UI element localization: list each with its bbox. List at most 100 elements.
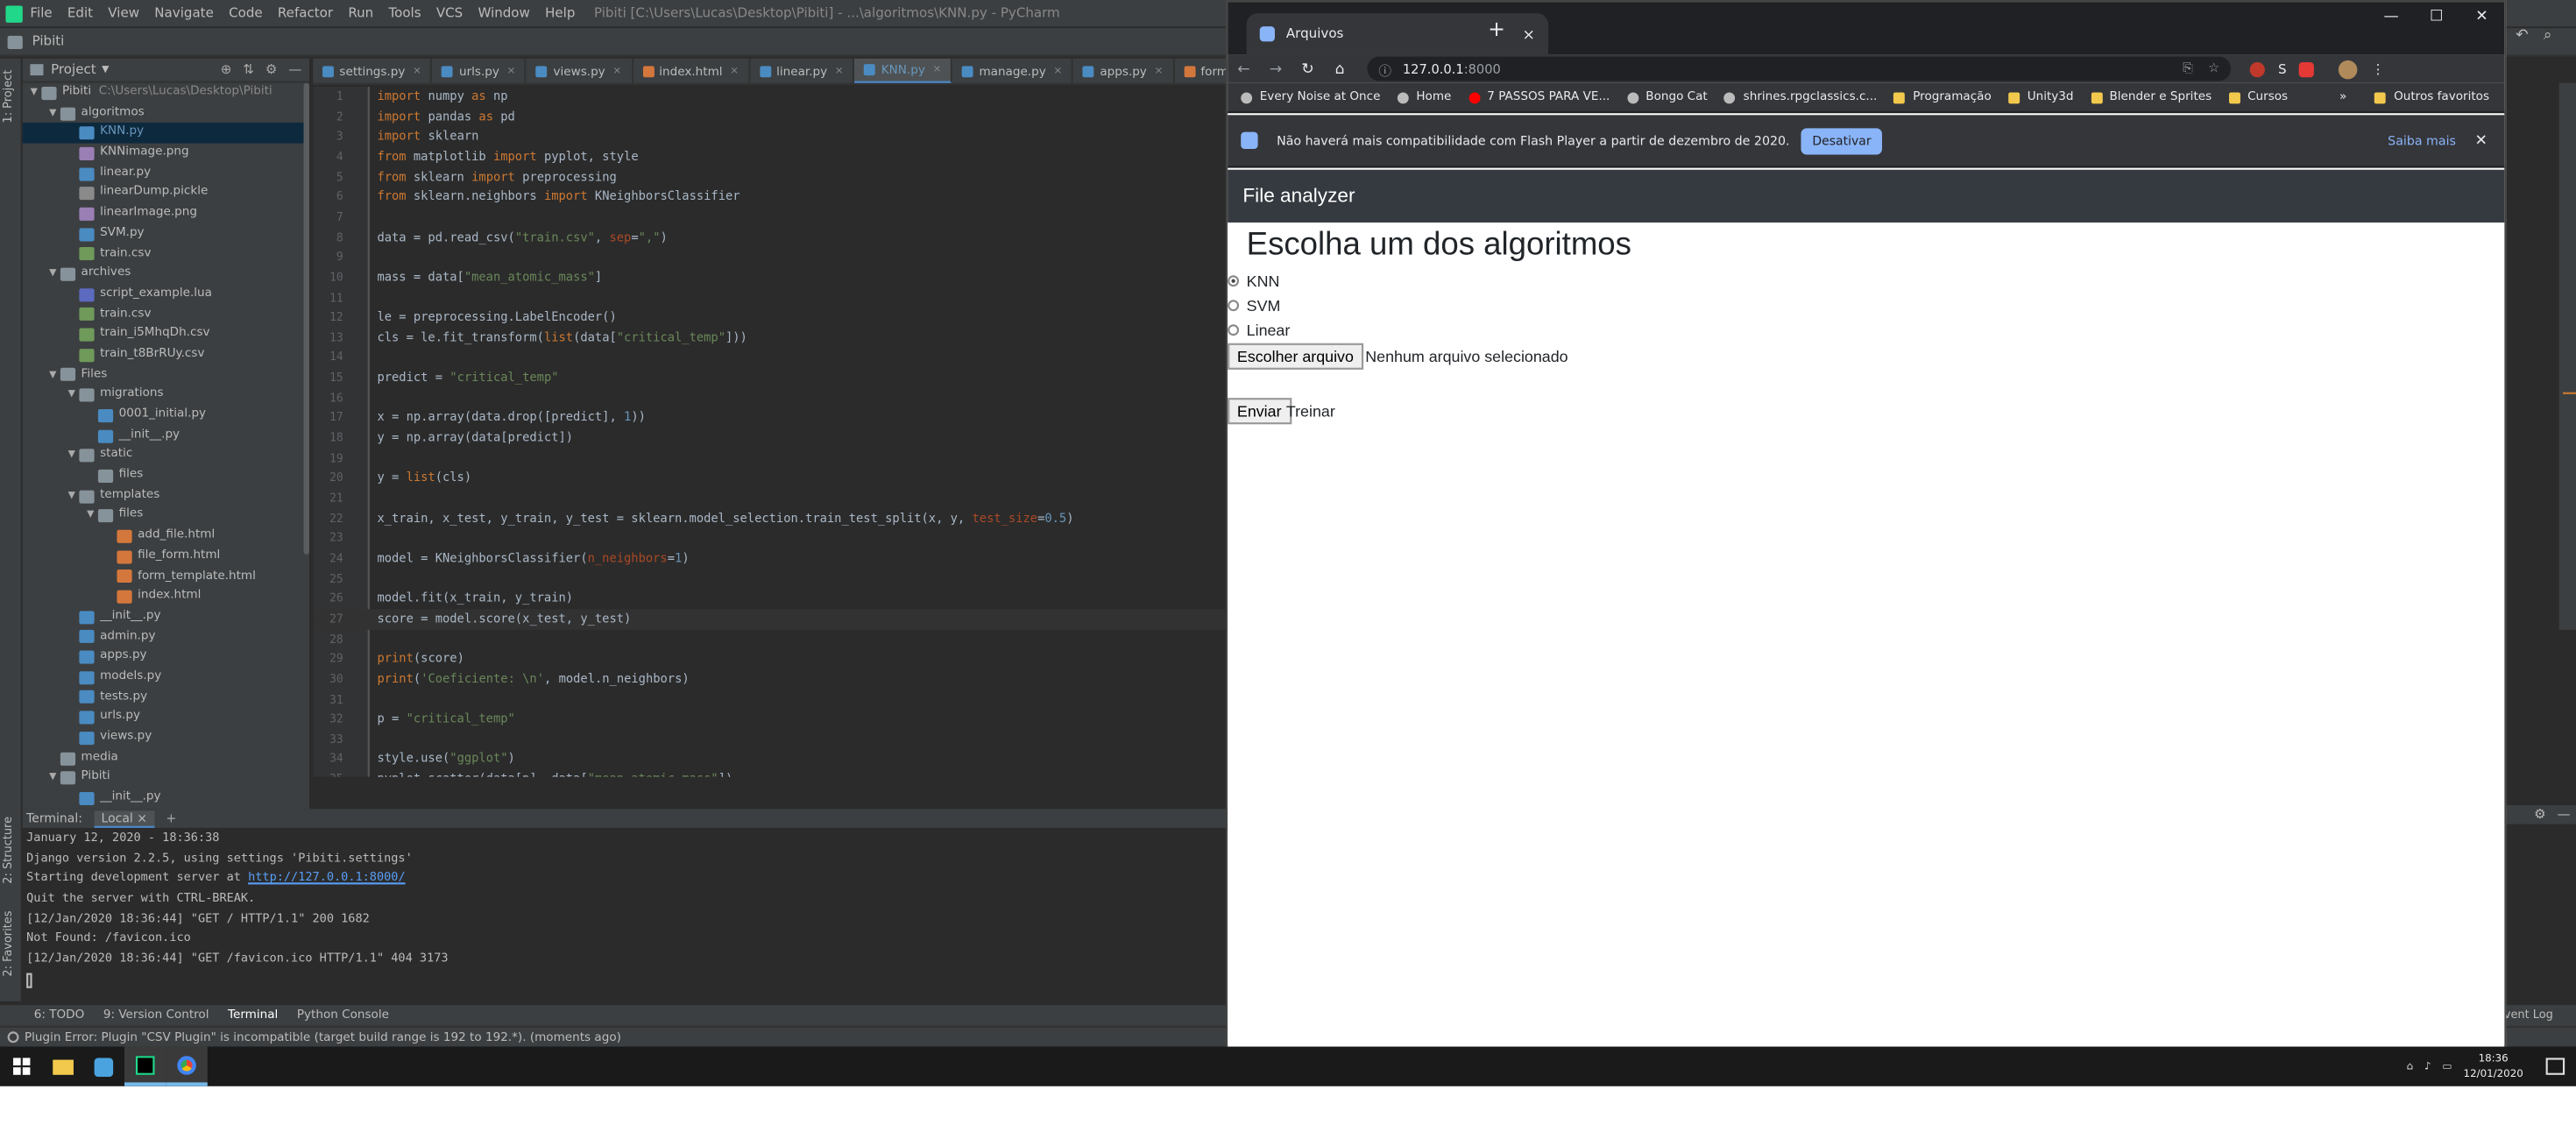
menu-refactor[interactable]: Refactor bbox=[278, 5, 333, 20]
menu-view[interactable]: View bbox=[108, 5, 139, 20]
reload-icon[interactable]: ↻ bbox=[1292, 60, 1324, 77]
tree-item[interactable]: __init__.py bbox=[23, 607, 309, 627]
start-button[interactable] bbox=[0, 1047, 41, 1086]
other-bookmarks[interactable]: Outros favoritos bbox=[2374, 90, 2489, 103]
project-view-selector[interactable]: Project bbox=[51, 62, 96, 77]
close-icon[interactable]: × bbox=[1154, 66, 1163, 77]
event-log-tab[interactable]: Event Log bbox=[2497, 1005, 2576, 1026]
tree-item[interactable]: script_example.lua bbox=[23, 285, 309, 305]
submit-button[interactable]: Enviar bbox=[1228, 398, 1292, 425]
back-icon[interactable]: ← bbox=[1228, 60, 1260, 77]
tree-item[interactable]: train_t8BrRUy.csv bbox=[23, 345, 309, 365]
menu-code[interactable]: Code bbox=[229, 5, 263, 20]
tree-item[interactable]: files bbox=[23, 466, 309, 486]
expand-arrow-icon[interactable]: ▼ bbox=[46, 365, 60, 386]
bookmark[interactable]: Every Noise at Once bbox=[1241, 90, 1380, 103]
tree-item[interactable]: admin.py bbox=[23, 627, 309, 647]
translate-icon[interactable]: ⎘ bbox=[2183, 60, 2193, 77]
address-bar[interactable]: ⓘ 127.0.0.1:8000 ⎘ ☆ bbox=[1367, 56, 2232, 81]
tree-item[interactable]: file_form.html bbox=[23, 547, 309, 567]
menu-run[interactable]: Run bbox=[348, 5, 373, 20]
menu-tools[interactable]: Tools bbox=[388, 5, 421, 20]
tree-item[interactable]: views.py bbox=[23, 728, 309, 748]
bookmark[interactable]: Programação bbox=[1893, 90, 1992, 103]
disable-flash-button[interactable]: Desativar bbox=[1801, 127, 1883, 154]
taskbar-app[interactable] bbox=[83, 1047, 124, 1086]
gear-icon[interactable]: ⚙ bbox=[265, 62, 278, 77]
extension-icon[interactable] bbox=[2249, 60, 2265, 77]
close-icon[interactable]: × bbox=[835, 66, 844, 77]
radio-button[interactable] bbox=[1228, 324, 1240, 336]
tree-item[interactable]: ▼ templates bbox=[23, 486, 309, 506]
bookmark[interactable]: Blender e Sprites bbox=[2090, 90, 2212, 103]
tree-item[interactable]: __init__.py bbox=[23, 426, 309, 446]
server-url-link[interactable]: http://127.0.0.1:8000/ bbox=[248, 872, 406, 885]
close-icon[interactable]: × bbox=[730, 66, 739, 77]
tree-item[interactable]: ▼ Pibiti bbox=[23, 768, 309, 789]
editor-tab[interactable]: apps.py × bbox=[1073, 58, 1175, 83]
site-brand[interactable]: File analyzer bbox=[1242, 185, 1355, 208]
breadcrumb-project[interactable]: Pibiti bbox=[32, 34, 65, 49]
bookmark[interactable]: Unity3d bbox=[2008, 90, 2074, 103]
python-console-tab[interactable]: Python Console bbox=[297, 1008, 389, 1022]
taskbar-chrome[interactable] bbox=[166, 1046, 208, 1086]
volume-icon[interactable]: ♪ bbox=[2424, 1061, 2431, 1072]
star-icon[interactable]: ☆ bbox=[2208, 60, 2219, 77]
tree-item[interactable]: ▼ files bbox=[23, 506, 309, 527]
tree-item[interactable]: ▼ archives bbox=[23, 265, 309, 285]
tree-item[interactable]: train.csv bbox=[23, 305, 309, 325]
maximize-window-button[interactable]: ☐ bbox=[2414, 2, 2459, 32]
search-icon[interactable]: ⌕ bbox=[2544, 26, 2552, 46]
tree-item[interactable]: media bbox=[23, 748, 309, 768]
favorites-tool-button[interactable]: 2: Favorites bbox=[2, 911, 15, 977]
close-infobar-icon[interactable]: ✕ bbox=[2474, 132, 2487, 149]
taskbar-file-explorer[interactable] bbox=[41, 1047, 82, 1086]
home-icon[interactable]: ⌂ bbox=[1324, 60, 1356, 77]
terminal-tab[interactable]: Terminal bbox=[228, 1008, 278, 1022]
tree-item[interactable]: form_template.html bbox=[23, 567, 309, 587]
learn-more-link[interactable]: Saiba mais bbox=[2388, 133, 2456, 148]
undo-icon[interactable]: ↶ bbox=[2516, 26, 2528, 46]
chevron-down-icon[interactable]: ▼ bbox=[102, 64, 109, 75]
language-icon[interactable]: ▭ bbox=[2442, 1061, 2452, 1072]
train-link[interactable]: Treinar bbox=[1286, 401, 1335, 421]
menu-window[interactable]: Window bbox=[478, 5, 529, 20]
menu-vcs[interactable]: VCS bbox=[436, 5, 463, 20]
bookmark[interactable]: shrines.rpgclassics.c... bbox=[1724, 90, 1877, 103]
tree-item[interactable]: index.html bbox=[23, 587, 309, 607]
project-scrollbar[interactable] bbox=[303, 82, 309, 555]
editor-tab[interactable]: index.html × bbox=[633, 58, 751, 83]
tree-item[interactable]: linear.py bbox=[23, 164, 309, 184]
bookmark[interactable]: Bongo Cat bbox=[1626, 90, 1708, 103]
tree-item[interactable]: linearImage.png bbox=[23, 204, 309, 224]
editor-tab[interactable]: form_template.html× bbox=[1174, 59, 1226, 83]
editor-tab[interactable]: settings.py × bbox=[313, 58, 433, 83]
code-editor[interactable]: 1 import numpy as np 2 import pandas as pd 3… bbox=[313, 87, 1226, 777]
editor-tab[interactable]: views.py × bbox=[527, 58, 633, 83]
kebab-menu-icon[interactable]: ⋮ bbox=[2371, 61, 2384, 76]
expand-arrow-icon[interactable]: ▼ bbox=[46, 265, 60, 285]
terminal-tab-local[interactable]: Local × bbox=[93, 810, 155, 827]
terminal-output[interactable]: January 12, 2020 - 18:36:38 Django versi… bbox=[22, 830, 1226, 1000]
menu-navigate[interactable]: Navigate bbox=[154, 5, 214, 20]
close-icon[interactable]: × bbox=[612, 66, 621, 77]
tree-item[interactable]: SVM.py bbox=[23, 224, 309, 244]
expand-arrow-icon[interactable]: ▼ bbox=[64, 386, 79, 406]
new-tab-button[interactable]: + bbox=[1488, 17, 1505, 41]
radio-linear[interactable]: Linear bbox=[1228, 321, 1290, 339]
forward-icon[interactable]: → bbox=[1260, 60, 1292, 77]
close-icon[interactable]: × bbox=[932, 64, 941, 75]
close-icon[interactable]: × bbox=[507, 66, 516, 77]
gear-icon[interactable]: ⚙ bbox=[2534, 807, 2546, 822]
editor-tab[interactable]: urls.py × bbox=[433, 58, 527, 83]
avatar[interactable] bbox=[2339, 59, 2359, 79]
bookmark[interactable]: Home bbox=[1397, 90, 1451, 103]
extension-icon[interactable] bbox=[2299, 60, 2315, 77]
tree-item[interactable]: apps.py bbox=[23, 647, 309, 668]
tree-item[interactable]: urls.py bbox=[23, 708, 309, 728]
notification-icon[interactable] bbox=[2545, 1058, 2565, 1075]
menu-file[interactable]: File bbox=[30, 5, 52, 20]
expand-arrow-icon[interactable]: ▼ bbox=[46, 768, 60, 789]
expand-arrow-icon[interactable]: ▼ bbox=[26, 83, 41, 103]
todo-tab[interactable]: 6: TODO bbox=[34, 1008, 85, 1022]
